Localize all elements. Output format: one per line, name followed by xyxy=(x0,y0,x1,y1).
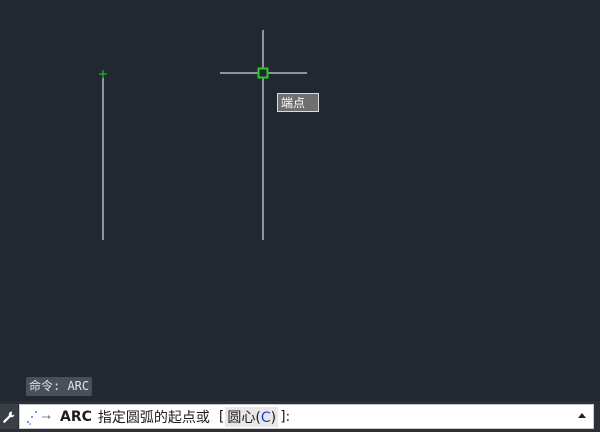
command-cursor-icon xyxy=(27,410,51,425)
drawing-canvas[interactable] xyxy=(0,0,600,400)
center-option[interactable]: 圆心(C) xyxy=(225,406,279,427)
center-option-prefix: 圆心( xyxy=(227,409,261,426)
options-bracket-open: [ xyxy=(218,408,225,425)
start-point-marker xyxy=(99,70,107,78)
triangle-up-icon[interactable] xyxy=(577,411,587,421)
center-option-key: C xyxy=(260,409,271,426)
command-line-bar: ARC 指定圆弧的起点或 [ 圆心(C) ]: xyxy=(0,401,600,432)
command-name: ARC xyxy=(60,408,92,425)
center-option-suffix: ) xyxy=(270,409,277,426)
snap-tooltip: 端点 xyxy=(277,93,319,112)
command-history-line: 命令: ARC xyxy=(26,377,93,396)
command-input[interactable]: ARC 指定圆弧的起点或 [ 圆心(C) ]: xyxy=(19,404,594,429)
wrench-icon[interactable] xyxy=(0,404,18,429)
crosshair-cursor xyxy=(220,30,307,74)
endpoint-snap-marker xyxy=(257,67,269,79)
command-prompt: 指定圆弧的起点或 xyxy=(97,409,210,426)
options-bracket-close: ]: xyxy=(280,408,291,425)
